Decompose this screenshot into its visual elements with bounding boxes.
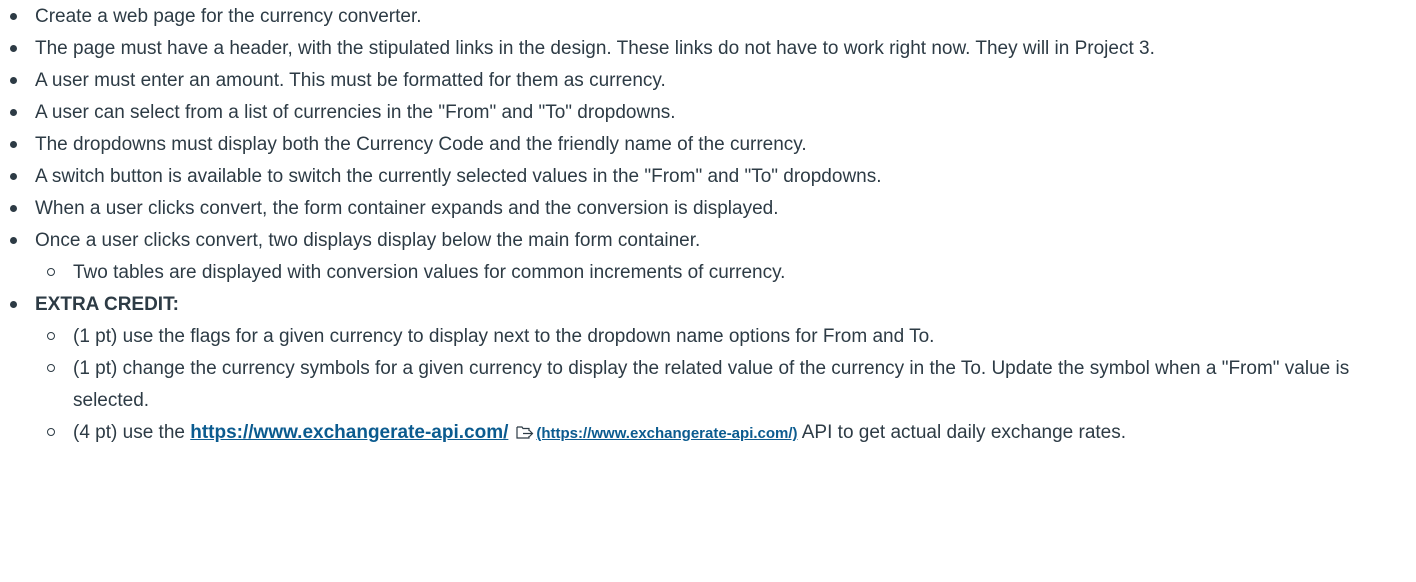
exchangerate-api-external-link[interactable]: (https://www.exchangerate-api.com/): [508, 425, 798, 442]
extra-credit-list: (1 pt) use the flags for a given currenc…: [35, 321, 1400, 450]
list-item-3: A user must enter an amount. This must b…: [0, 65, 1400, 97]
extra-credit-item-prefix: (4 pt) use the: [73, 422, 191, 443]
extra-credit-item-2: (1 pt) change the currency symbols for a…: [35, 353, 1400, 417]
exchangerate-api-link[interactable]: https://www.exchangerate-api.com/: [190, 422, 508, 443]
list-item-text: Create a web page for the currency conve…: [35, 6, 422, 27]
list-item-text: When a user clicks convert, the form con…: [35, 198, 779, 219]
external-link-icon: [516, 426, 534, 439]
list-item-text: A user can select from a list of currenc…: [35, 102, 676, 123]
list-item-4: A user can select from a list of currenc…: [0, 97, 1400, 129]
list-item-8: Once a user clicks convert, two displays…: [0, 225, 1400, 289]
list-item-7: When a user clicks convert, the form con…: [0, 193, 1400, 225]
list-item-text: Once a user clicks convert, two displays…: [35, 230, 701, 251]
extra-credit-item-3: (4 pt) use the https://www.exchangerate-…: [35, 417, 1400, 450]
sub-list-item: Two tables are displayed with conversion…: [35, 257, 1400, 289]
list-item-2: The page must have a header, with the st…: [0, 33, 1400, 65]
sub-list-item-text: Two tables are displayed with conversion…: [73, 262, 786, 283]
list-item-text: A switch button is available to switch t…: [35, 166, 882, 187]
list-item-extra-credit: EXTRA CREDIT: (1 pt) use the flags for a…: [0, 289, 1400, 450]
list-item-1: Create a web page for the currency conve…: [0, 1, 1400, 33]
list-item-6: A switch button is available to switch t…: [0, 161, 1400, 193]
extra-credit-item-text: (1 pt) change the currency symbols for a…: [73, 358, 1350, 411]
extra-credit-item-1: (1 pt) use the flags for a given currenc…: [35, 321, 1400, 353]
requirements-list: Create a web page for the currency conve…: [0, 1, 1400, 450]
list-item-5: The dropdowns must display both the Curr…: [0, 129, 1400, 161]
extra-credit-item-suffix: API to get actual daily exchange rates.: [797, 422, 1127, 443]
requirements-page: Create a web page for the currency conve…: [0, 0, 1416, 582]
list-item-text: The page must have a header, with the st…: [35, 38, 1155, 59]
sub-list-tables: Two tables are displayed with conversion…: [35, 257, 1400, 289]
extra-credit-heading: EXTRA CREDIT:: [35, 294, 179, 315]
list-item-text: A user must enter an amount. This must b…: [35, 70, 666, 91]
extra-credit-item-text: (1 pt) use the flags for a given currenc…: [73, 326, 935, 347]
list-item-text: The dropdowns must display both the Curr…: [35, 134, 807, 155]
exchangerate-api-link-paren: (https://www.exchangerate-api.com/): [536, 425, 798, 442]
